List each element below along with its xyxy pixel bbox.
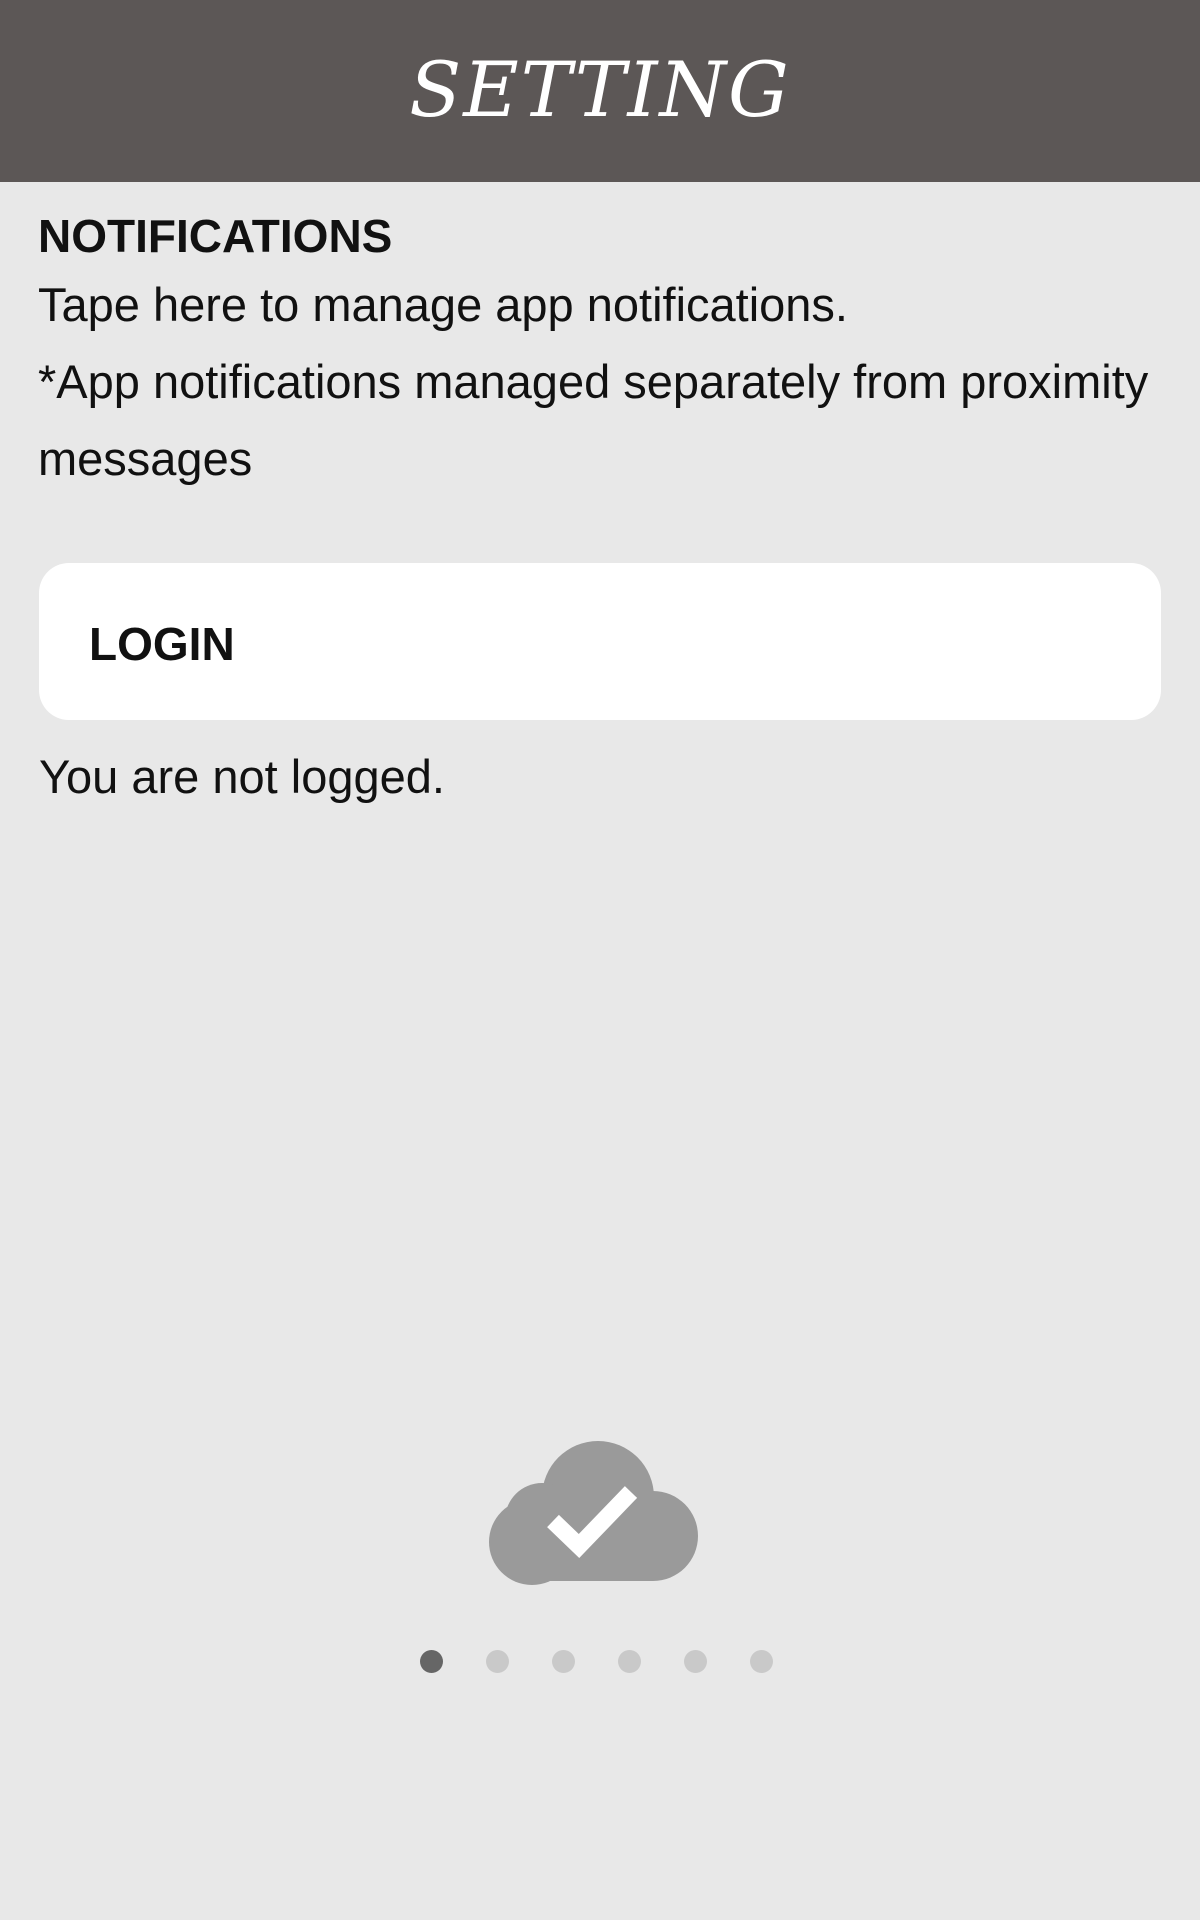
page-dot[interactable] xyxy=(485,1650,509,1673)
cloud-check-icon xyxy=(489,1441,698,1585)
page-dot[interactable] xyxy=(683,1650,707,1673)
page-title: SETTING xyxy=(409,44,791,134)
notifications-description-line-1: Tape here to manage app notifications. xyxy=(38,278,848,331)
page-dot[interactable] xyxy=(749,1650,773,1673)
login-button[interactable]: LOGIN xyxy=(39,563,1161,720)
login-status-text: You are not logged. xyxy=(39,750,445,803)
notifications-description-line-2: *App notifications managed separately fr… xyxy=(38,355,1149,485)
page-indicator xyxy=(0,1650,1200,1674)
page-dot[interactable] xyxy=(419,1650,443,1673)
page-dot[interactable] xyxy=(617,1650,641,1673)
login-button-label: LOGIN xyxy=(89,617,235,670)
page-dot[interactable] xyxy=(551,1650,575,1673)
notifications-title: NOTIFICATIONS xyxy=(38,210,393,262)
notifications-section[interactable]: NOTIFICATIONS Tape here to manage app no… xyxy=(38,208,1168,497)
header-bar: SETTING xyxy=(0,0,1200,182)
notifications-description: Tape here to manage app notifications. *… xyxy=(38,266,1168,497)
